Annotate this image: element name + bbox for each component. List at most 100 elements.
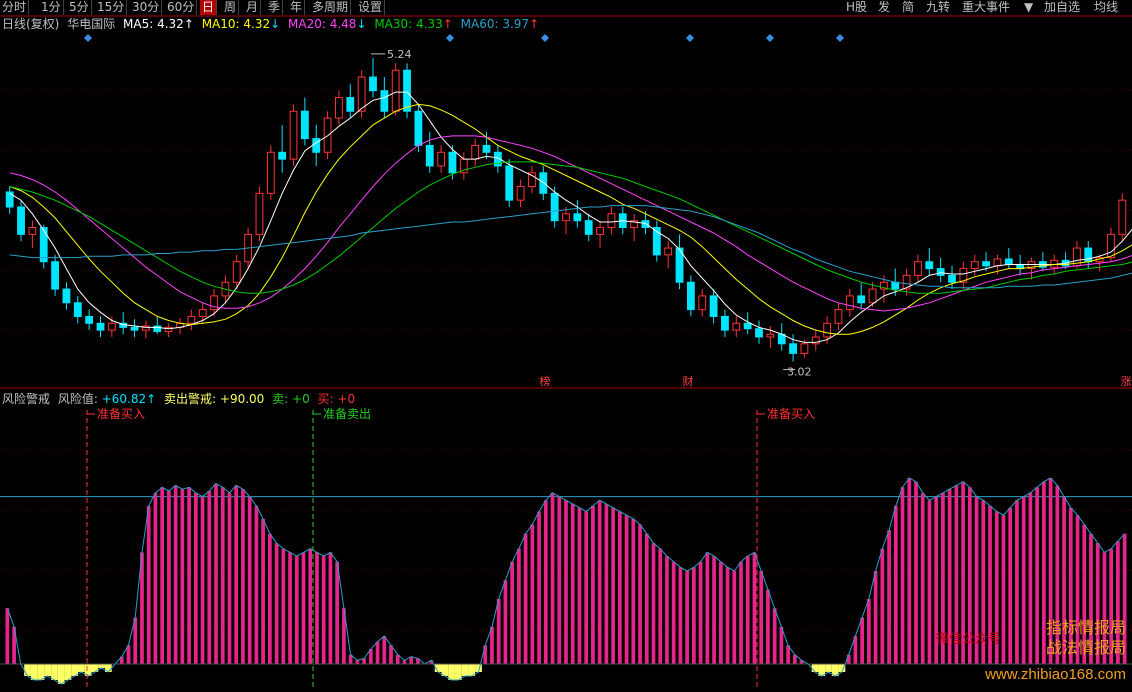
candle-body [584,220,593,235]
candle [823,316,832,344]
candle-body [709,295,718,317]
candle [210,289,218,317]
candle [857,282,866,310]
high-price-label: 5.24 [387,48,412,61]
toolbar-right-item-4[interactable]: 重大事件 [962,0,1010,15]
candle-body [96,322,105,331]
candle-body [232,261,241,283]
candle-body [1027,261,1036,270]
candle [709,289,718,324]
event-diamond-icon [446,34,454,42]
candle-body [437,151,446,167]
candle [278,124,287,173]
candle-body [505,165,514,201]
candle-body [800,343,809,354]
candle [721,309,729,337]
candle [891,268,900,296]
candle [357,70,366,119]
candle [755,320,763,344]
event-marker-2: 涨 [1121,375,1132,388]
ma-line-ma20 [9,135,1132,312]
toolbar-right-item-6[interactable]: 加自选 [1044,0,1080,15]
candle-body [1038,261,1047,268]
candle [414,104,423,153]
candle-body [403,69,411,112]
ma60-value: MA60: 3.97↑ [461,17,539,31]
candle-body [618,213,627,229]
candle [51,254,59,296]
candle [28,220,37,249]
period-tab-4[interactable]: 30分 [130,0,163,15]
candle-body [743,322,752,330]
candle [255,186,264,242]
toolbar-right-item-3[interactable]: 九转 [926,0,950,15]
candle-body [902,274,911,290]
candle [312,124,321,166]
ma10-text: MA10: 4.32 [201,17,271,31]
chart-canvas: 5.24 3.02 榜 财 涨 准备买入 准备卖出 准备买入 [0,15,1132,688]
candle-body [925,261,934,270]
toolbar-right-item-1[interactable]: 发 [878,0,890,15]
candle [119,312,128,335]
candle [539,165,548,201]
candle-body [255,192,264,235]
candle [914,254,922,283]
candle-body [550,192,559,222]
candle [618,207,627,235]
watermark-url: www.zhibiao168.com [985,666,1126,683]
candle [164,323,173,337]
candle [1107,227,1115,262]
candle [607,207,616,235]
period-tab-9[interactable]: 季 [266,0,284,15]
candle [902,268,911,296]
risk-value: +60.82↑ [101,392,157,406]
candle-body [686,281,695,311]
candle-body [323,117,332,153]
toolbar-right-item-2[interactable]: 简 [902,0,914,15]
candle-body [85,315,94,324]
candle-body [5,191,14,208]
candle [948,265,956,290]
period-tab-3[interactable]: 15分 [95,0,128,15]
candle [630,213,639,242]
period-tab-10[interactable]: 年 [288,0,306,15]
candle [959,261,968,290]
candle [664,241,673,269]
period-tab-2[interactable]: 5分 [67,0,92,15]
candle-body [970,261,979,270]
event-marker-0: 榜 [540,374,551,388]
candle [641,211,650,235]
candle [266,145,275,201]
period-tab-6[interactable]: 日 [200,0,218,15]
period-tab-12[interactable]: 设置 [356,0,386,15]
candle [153,316,162,335]
candle-body [380,90,389,112]
candle [323,111,332,160]
period-tab-8[interactable]: 月 [244,0,262,15]
candle-body [607,213,616,229]
candle [459,152,468,180]
toolbar-right-item-7[interactable]: 均线 [1094,0,1118,15]
candle-body [630,220,639,229]
period-tab-11[interactable]: 多周期 [310,0,352,15]
candle [1084,241,1093,269]
period-tab-7[interactable]: 周 [222,0,240,15]
toolbar-right-item-5[interactable]: ▼ [1024,0,1033,15]
risk-legend: 风险警戒 风险值: +60.82↑ 卖出警戒: +90.00 卖: +0 买: … [2,392,359,406]
candle-body [596,227,604,235]
period-tab-5[interactable]: 60分 [165,0,198,15]
candle-body [300,110,309,140]
candle-body [777,333,786,345]
period-tab-1[interactable]: 1分 [39,0,64,15]
candle-body [391,69,400,112]
candle-body [312,138,321,153]
candle [1038,252,1047,272]
candle-body [278,151,287,160]
toolbar-right-item-0[interactable]: H股 [846,0,867,15]
candle-body [664,247,673,256]
signal-label-0: 准备买入 [97,407,145,421]
candle [789,334,797,362]
candle-body [1073,247,1081,267]
candle-body [28,227,37,235]
period-tab-0[interactable]: 分时 [0,0,30,15]
